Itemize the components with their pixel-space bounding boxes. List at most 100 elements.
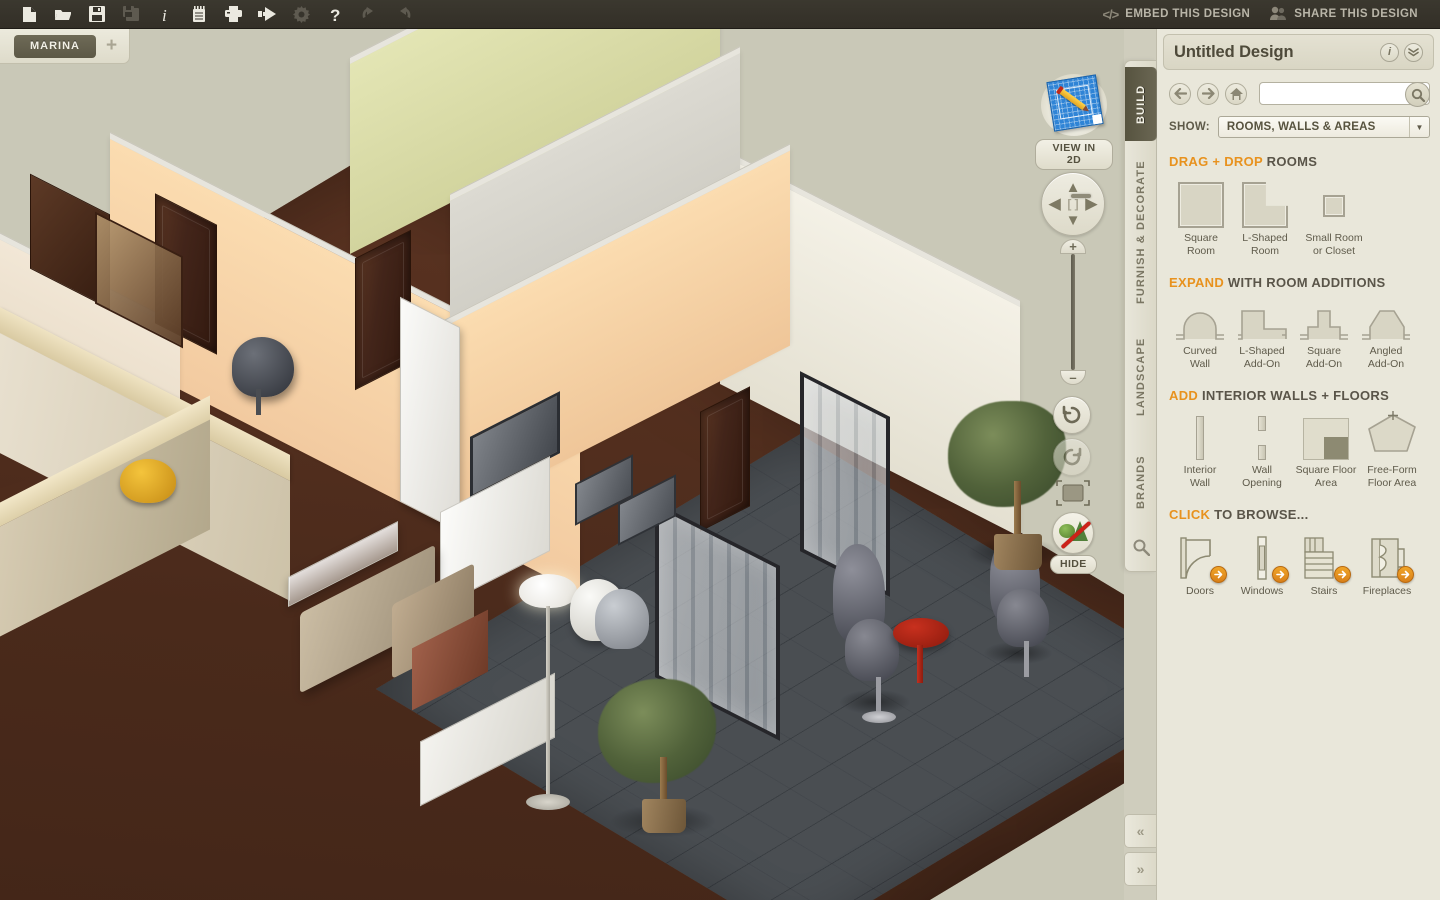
- wall-opening-icon: [1258, 416, 1266, 460]
- browse-arrow-badge[interactable]: [1210, 566, 1227, 583]
- curved-wall-icon: [1174, 305, 1226, 341]
- square-addon-icon: [1298, 305, 1350, 341]
- tile-stairs[interactable]: Stairs: [1293, 531, 1355, 598]
- embed-design-button[interactable]: </> EMBED THIS DESIGN: [1094, 3, 1258, 26]
- search-input[interactable]: [1260, 83, 1429, 104]
- notes-icon[interactable]: [182, 0, 216, 29]
- help-icon[interactable]: ?: [318, 0, 352, 29]
- tile-label: L-Shaped Room: [1242, 232, 1288, 257]
- search-submit-icon[interactable]: [1405, 82, 1430, 107]
- pan-left-button[interactable]: ◀: [1049, 197, 1061, 212]
- zoom-slider[interactable]: + –: [1060, 194, 1091, 387]
- pan-right-button[interactable]: ▶: [1085, 197, 1097, 212]
- export-icon[interactable]: [250, 0, 284, 29]
- design-tab-marina[interactable]: MARINA: [14, 34, 96, 58]
- nav-home-button[interactable]: [1225, 82, 1247, 105]
- pan-up-button[interactable]: ▲: [1066, 180, 1081, 195]
- tile-doors[interactable]: Doors: [1169, 531, 1231, 598]
- chevron-down-icon[interactable]: ▼: [1409, 117, 1429, 137]
- open-folder-icon[interactable]: [46, 0, 80, 29]
- hide-label[interactable]: HIDE: [1050, 555, 1097, 574]
- hide-landscape-control[interactable]: HIDE: [1050, 512, 1097, 574]
- save-as-icon[interactable]: [114, 0, 148, 29]
- balcony-chair-stem-1: [876, 677, 881, 715]
- info-icon[interactable]: i: [148, 0, 182, 29]
- tile-square-floor-area[interactable]: Square Floor Area: [1293, 412, 1359, 489]
- tile-square-room[interactable]: Square Room: [1169, 178, 1233, 257]
- red-side-table-leg: [917, 645, 923, 683]
- new-document-icon[interactable]: [12, 0, 46, 29]
- pan-dpad[interactable]: ▲ ▼ ◀ ▶ [ ]: [1041, 172, 1105, 236]
- tile-interior-wall[interactable]: Interior Wall: [1169, 412, 1231, 489]
- tile-fireplaces[interactable]: Fireplaces: [1355, 531, 1419, 598]
- toolbar-icon-group: i ?: [0, 0, 420, 29]
- fruit-bowl[interactable]: [120, 459, 176, 503]
- browse-arrow-badge[interactable]: [1334, 566, 1351, 583]
- browse-arrow-badge[interactable]: [1397, 566, 1414, 583]
- redo-icon[interactable]: [386, 0, 420, 29]
- hide-landscape-icon[interactable]: [1052, 512, 1094, 554]
- zoom-in-button[interactable]: +: [1060, 239, 1086, 254]
- save-icon[interactable]: [80, 0, 114, 29]
- section-title-highlight: DRAG + DROP: [1169, 154, 1263, 169]
- design-info-icon[interactable]: i: [1380, 42, 1399, 62]
- sidebar-tab-brands[interactable]: BRANDS: [1125, 439, 1157, 525]
- balcony-chair-seat-2[interactable]: [997, 589, 1049, 647]
- view-2d-control[interactable]: VIEW IN 2D: [1035, 74, 1113, 170]
- panel-search-box[interactable]: [1259, 82, 1430, 107]
- tile-free-form-floor-area[interactable]: Free-Form Floor Area: [1359, 411, 1425, 489]
- collapse-left-button[interactable]: «: [1124, 814, 1156, 848]
- blueprint-pencil-icon[interactable]: [1041, 74, 1107, 136]
- tile-curved-wall[interactable]: Curved Wall: [1169, 299, 1231, 370]
- tile-wall-opening[interactable]: Wall Opening: [1231, 412, 1293, 489]
- design-canvas-3d[interactable]: VIEW IN 2D ▲ ▼ ◀ ▶ [ ] + – HIDE: [0, 29, 1124, 900]
- build-panel: Untitled Design i SHOW: ROOMS, WALLS & A…: [1156, 29, 1440, 900]
- rotate-left-icon[interactable]: [1053, 396, 1091, 434]
- tile-l-shaped-room[interactable]: L-Shaped Room: [1233, 178, 1297, 257]
- browse-arrow-badge[interactable]: [1272, 566, 1289, 583]
- print-icon[interactable]: [216, 0, 250, 29]
- recenter-button[interactable]: [ ]: [1067, 198, 1078, 210]
- potted-tree-pot-2[interactable]: [642, 799, 686, 833]
- share-design-button[interactable]: SHARE THIS DESIGN: [1262, 2, 1426, 27]
- tile-l-shaped-addon[interactable]: L-Shaped Add-On: [1231, 299, 1293, 370]
- white-shelving-unit[interactable]: [400, 296, 460, 533]
- sidebar-tab-build-label: BUILD: [1135, 84, 1147, 124]
- snapshot-icon[interactable]: [1055, 479, 1091, 509]
- sidebar-tab-build[interactable]: BUILD: [1125, 67, 1157, 141]
- office-chair-bedroom[interactable]: [232, 337, 294, 397]
- view-2d-label[interactable]: VIEW IN 2D: [1035, 139, 1113, 170]
- gear-icon[interactable]: [284, 0, 318, 29]
- bar-chair-2[interactable]: [595, 589, 649, 649]
- potted-tree-leaves-1[interactable]: [948, 401, 1066, 507]
- undo-icon[interactable]: [352, 0, 386, 29]
- show-filter-label: SHOW:: [1169, 121, 1210, 133]
- door-right-room[interactable]: [700, 386, 750, 532]
- show-filter-dropdown[interactable]: ROOMS, WALLS & AREAS ▼: [1217, 116, 1430, 138]
- balcony-chair-seat-1[interactable]: [845, 619, 899, 681]
- potted-tree-pot-1[interactable]: [994, 534, 1042, 570]
- zoom-out-button[interactable]: –: [1060, 370, 1086, 385]
- red-side-table-top[interactable]: [893, 618, 949, 648]
- sidebar-tab-landscape[interactable]: LANDSCAPE: [1125, 323, 1157, 431]
- pan-down-button[interactable]: ▼: [1066, 213, 1081, 228]
- zoom-thumb[interactable]: [1071, 194, 1091, 198]
- section-title-rest: TO BROWSE...: [1210, 507, 1309, 522]
- floor-lamp-shade[interactable]: [519, 574, 577, 608]
- zoom-track[interactable]: [1071, 194, 1091, 370]
- interior-wall-icon: [1196, 416, 1204, 460]
- add-design-tab-button[interactable]: +: [102, 36, 121, 55]
- search-icon[interactable]: [1132, 538, 1151, 561]
- square-room-icon: [1178, 182, 1224, 228]
- nav-back-button[interactable]: [1169, 82, 1191, 105]
- tile-small-room-closet[interactable]: Small Room or Closet: [1297, 178, 1371, 257]
- tile-windows[interactable]: Windows: [1231, 531, 1293, 598]
- sidebar-tab-furnish-decorate[interactable]: FURNISH & DECORATE: [1125, 149, 1157, 315]
- tile-label: Square Add-On: [1305, 345, 1343, 370]
- chevron-down-icon[interactable]: [1404, 42, 1423, 62]
- nav-forward-button[interactable]: [1197, 82, 1219, 105]
- collapse-right-button[interactable]: »: [1124, 852, 1156, 886]
- tile-square-addon[interactable]: Square Add-On: [1293, 299, 1355, 370]
- rotate-right-icon[interactable]: [1053, 438, 1091, 476]
- tile-angled-addon[interactable]: Angled Add-On: [1355, 299, 1417, 370]
